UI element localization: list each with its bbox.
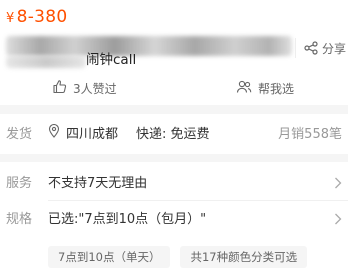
ship-location: 四川成都: [48, 123, 119, 146]
spec-chip-more[interactable]: 共17种颜色分类可选: [180, 246, 308, 268]
spec-chip[interactable]: 7点到10点（单天）: [48, 246, 171, 268]
spec-row[interactable]: 规格 已选:"7点到10点（包月）": [0, 209, 348, 231]
title-redacted: [6, 36, 292, 56]
spec-chips: 7点到10点（单天） 共17种颜色分类可选: [48, 246, 308, 268]
help-select-button[interactable]: 帮我选: [236, 78, 294, 98]
price: ¥8-380: [6, 6, 67, 30]
location-pin-icon: [48, 123, 60, 146]
spec-label: 规格: [6, 212, 33, 227]
thumbs-up-icon: [52, 79, 67, 97]
spec-selected: 已选:"7点到10点（包月）": [48, 212, 207, 227]
likes-label: 3人赞过: [73, 81, 117, 96]
chevron-right-icon: [334, 176, 342, 198]
chevron-right-icon: [334, 212, 342, 234]
price-range: 8-380: [16, 7, 68, 27]
section-divider: [0, 154, 348, 162]
service-label: 服务: [6, 176, 33, 191]
currency-symbol: ¥: [6, 11, 15, 26]
row-separator: [48, 200, 348, 201]
share-icon: [304, 41, 318, 55]
ship-location-text: 四川成都: [66, 127, 119, 142]
express-fee: 快递: 免运费: [136, 127, 210, 142]
monthly-sales: 月销558笔: [278, 127, 342, 142]
title-redacted-line2: [6, 56, 86, 68]
share-button[interactable]: 分享: [294, 38, 346, 58]
product-title-suffix: 闹钟call: [86, 52, 137, 68]
likes-button[interactable]: 3人赞过: [52, 78, 117, 98]
share-label: 分享: [321, 41, 346, 56]
service-row[interactable]: 服务 不支持7天无理由: [0, 173, 348, 195]
section-divider: [0, 105, 348, 114]
service-value: 不支持7天无理由: [48, 176, 148, 191]
shipping-row: 发货 四川成都 快递: 免运费 月销558笔: [0, 123, 348, 146]
people-icon: [236, 80, 252, 97]
help-select-label: 帮我选: [258, 81, 295, 96]
shipping-label: 发货: [6, 127, 33, 142]
